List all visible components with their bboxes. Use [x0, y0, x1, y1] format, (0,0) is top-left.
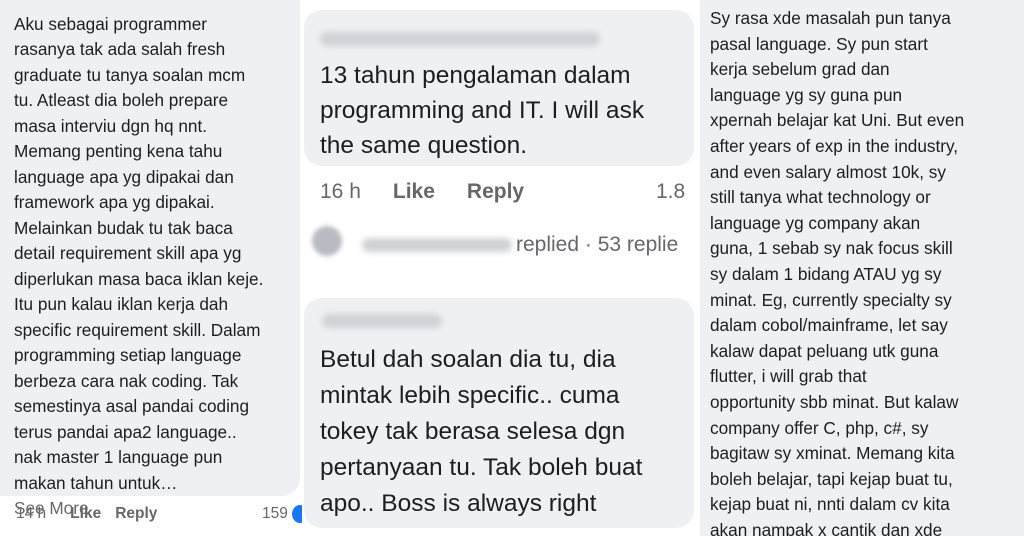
comment-actions: 16 h Like Reply — [320, 180, 556, 204]
comment-text: 13 tahun pengalaman dalam programming an… — [320, 62, 645, 159]
reply-button[interactable]: Reply — [467, 180, 524, 204]
comment-text: Aku sebagai programmer rasanya tak ada s… — [14, 0, 263, 522]
blurred-author-name — [320, 32, 600, 46]
comment-text: Sy rasa xde masalah pun tanya pasal lang… — [710, 8, 965, 536]
comment-body: Aku sebagai programmer rasanya tak ada s… — [14, 13, 264, 493]
reaction-count[interactable]: 1.8 — [656, 180, 685, 204]
view-replies-link[interactable]: replied · 53 replie — [516, 233, 678, 257]
right-comment-panel: Sy rasa xde masalah pun tanya pasal lang… — [700, 0, 1024, 536]
reaction-count[interactable]: 159 — [262, 505, 288, 523]
left-comment-panel: Aku sebagai programmer rasanya tak ada s… — [0, 0, 302, 536]
comment-actions: 14 h Like Reply — [16, 505, 171, 523]
replier-avatar — [312, 226, 342, 256]
comment-text: Betul dah soalan dia tu, dia mintak lebi… — [320, 346, 643, 517]
like-reaction-icon — [292, 505, 302, 523]
comment-bubble: Aku sebagai programmer rasanya tak ada s… — [0, 0, 300, 518]
like-button[interactable]: Like — [393, 180, 435, 204]
reply-button[interactable]: Reply — [115, 505, 157, 523]
blurred-replier-names — [362, 238, 512, 252]
comment-time: 14 h — [16, 505, 47, 522]
middle-comments-panel: 13 tahun pengalaman dalam programming an… — [302, 0, 700, 536]
blurred-author-name — [322, 314, 442, 328]
comment-time: 16 h — [320, 180, 361, 203]
like-button[interactable]: Like — [70, 505, 101, 523]
